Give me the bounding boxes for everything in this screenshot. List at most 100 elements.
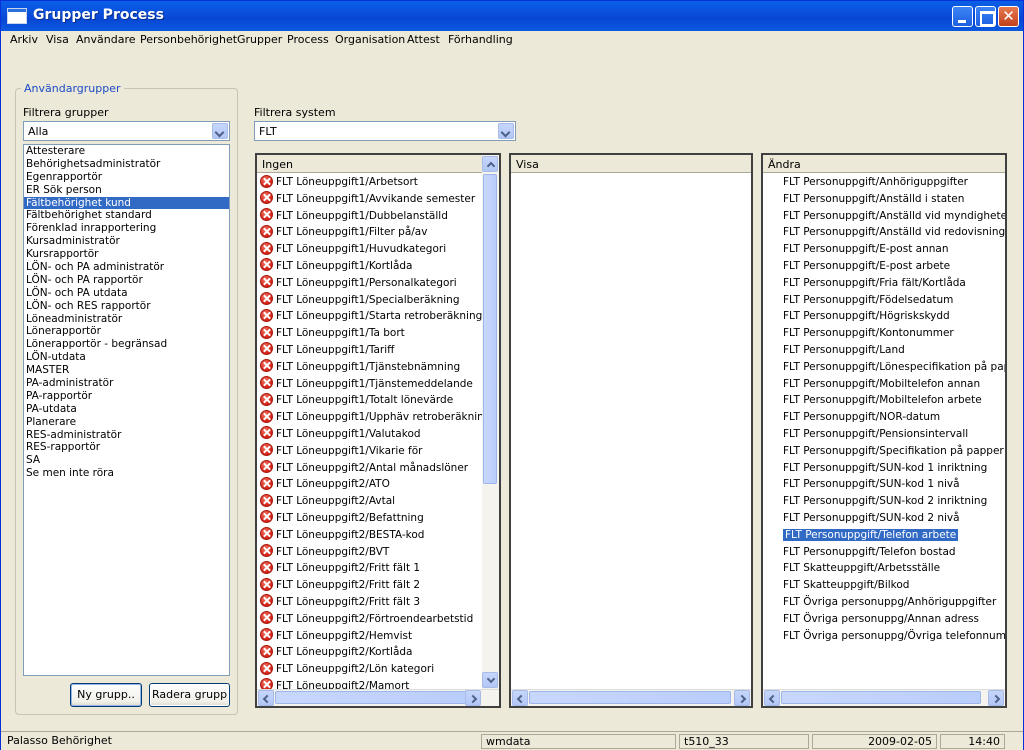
- group-list-item[interactable]: RES-rapportör: [24, 441, 229, 454]
- group-list-item[interactable]: LÖN-utdata: [24, 351, 229, 364]
- group-list-item[interactable]: PA-utdata: [24, 403, 229, 416]
- ingen-list-item[interactable]: FLT Löneuppgift1/Huvudkategori: [257, 241, 482, 258]
- menu-grupper[interactable]: Grupper: [237, 33, 282, 46]
- ingen-list[interactable]: FLT Löneuppgift1/Arbetsort FLT Löneuppgif…: [257, 174, 482, 689]
- ingen-list-item[interactable]: FLT Löneuppgift2/BESTA-kod: [257, 527, 482, 544]
- andra-list-item[interactable]: FLT Personuppgift/Födelsedatum: [763, 292, 1005, 309]
- andra-list-item[interactable]: FLT Personuppgift/Mobiltelefon annan: [763, 376, 1005, 393]
- new-group-button[interactable]: Ny grupp..: [70, 683, 142, 707]
- andra-list-item[interactable]: FLT Personuppgift/Högriskskydd: [763, 308, 1005, 325]
- ingen-list-item[interactable]: FLT Löneuppgift2/Avtal: [257, 493, 482, 510]
- andra-list-item[interactable]: FLT Personuppgift/Pensionsintervall: [763, 426, 1005, 443]
- ingen-list-item[interactable]: FLT Löneuppgift1/Filter på/av: [257, 224, 482, 241]
- andra-list-item[interactable]: FLT Personuppgift/Fria fält/Kortlåda: [763, 275, 1005, 292]
- ingen-list-item[interactable]: FLT Löneuppgift1/Dubbelanställd: [257, 208, 482, 225]
- maximize-button[interactable]: [975, 6, 996, 27]
- ingen-list-item[interactable]: FLT Löneuppgift2/Fritt fält 1: [257, 560, 482, 577]
- ingen-list-item[interactable]: FLT Löneuppgift2/Antal månadslöner: [257, 460, 482, 477]
- andra-list-item[interactable]: FLT Personuppgift/Anställd vid redovisni…: [763, 224, 1005, 241]
- andra-list-item[interactable]: FLT Personuppgift/Anställd i staten: [763, 191, 1005, 208]
- menu-organisation[interactable]: Organisation: [335, 33, 405, 46]
- visa-hscroll[interactable]: [511, 689, 751, 706]
- ingen-list-item[interactable]: FLT Löneuppgift2/Fritt fält 2: [257, 577, 482, 594]
- ingen-list-item[interactable]: FLT Löneuppgift1/Arbetsort: [257, 174, 482, 191]
- andra-list[interactable]: FLT Personuppgift/Anhöriguppgifter FLT Pe…: [763, 174, 1005, 689]
- group-list-item[interactable]: PA-rapportör: [24, 390, 229, 403]
- andra-list-item[interactable]: FLT Personuppgift/Specifikation på pappe…: [763, 443, 1005, 460]
- ingen-list-item[interactable]: FLT Löneuppgift2/Kortlåda: [257, 644, 482, 661]
- ingen-list-item[interactable]: FLT Löneuppgift1/Avvikande semester: [257, 191, 482, 208]
- ingen-list-item[interactable]: FLT Löneuppgift2/Befattning: [257, 510, 482, 527]
- ingen-header[interactable]: Ingen: [257, 155, 499, 173]
- andra-list-item[interactable]: FLT Personuppgift/Land: [763, 342, 1005, 359]
- group-list-item[interactable]: LÖN- och PA rapportör: [24, 274, 229, 287]
- menu-anvandare[interactable]: Användare: [76, 33, 136, 46]
- ingen-list-item[interactable]: FLT Löneuppgift2/ATO: [257, 476, 482, 493]
- ingen-list-item[interactable]: FLT Löneuppgift1/Tariff: [257, 342, 482, 359]
- ingen-list-item[interactable]: FLT Löneuppgift1/Upphäv retroberäkning: [257, 409, 482, 426]
- ingen-list-item[interactable]: FLT Löneuppgift2/Hemvist: [257, 628, 482, 645]
- group-list-item[interactable]: Se men inte röra: [24, 467, 229, 480]
- scroll-up-icon[interactable]: [482, 156, 498, 172]
- menu-visa[interactable]: Visa: [46, 33, 69, 46]
- title-bar[interactable]: Grupper Process ✕: [1, 1, 1023, 31]
- andra-header[interactable]: Ändra: [763, 155, 1005, 173]
- ingen-hscroll[interactable]: [257, 689, 499, 706]
- andra-list-item[interactable]: FLT Personuppgift/Mobiltelefon arbete: [763, 392, 1005, 409]
- group-list-item[interactable]: LÖN- och PA administratör: [24, 261, 229, 274]
- group-list-item[interactable]: SA: [24, 454, 229, 467]
- ingen-list-item[interactable]: FLT Löneuppgift2/Mamort: [257, 678, 482, 689]
- group-list-item[interactable]: Kursadministratör: [24, 235, 229, 248]
- andra-list-item[interactable]: FLT Övriga personuppg/Anhöriguppgifter: [763, 594, 1005, 611]
- ingen-list-item[interactable]: FLT Löneuppgift2/Lön kategori: [257, 661, 482, 678]
- scroll-thumb[interactable]: [781, 691, 981, 704]
- andra-list-item[interactable]: FLT Personuppgift/Kontonummer: [763, 325, 1005, 342]
- close-button[interactable]: ✕: [998, 6, 1019, 27]
- group-list-item[interactable]: LÖN- och RES rapportör: [24, 300, 229, 313]
- ingen-vscroll[interactable]: [482, 155, 499, 689]
- ingen-list-item[interactable]: FLT Löneuppgift1/Kortlåda: [257, 258, 482, 275]
- group-list-item[interactable]: RES-administratör: [24, 429, 229, 442]
- ingen-list-item[interactable]: FLT Löneuppgift1/Tjänstemeddelande: [257, 376, 482, 393]
- group-list-item[interactable]: Lönerapportör - begränsad: [24, 338, 229, 351]
- andra-list-item[interactable]: FLT Personuppgift/NOR-datum: [763, 409, 1005, 426]
- andra-list-item[interactable]: FLT Personuppgift/SUN-kod 2 nivå: [763, 510, 1005, 527]
- visa-list[interactable]: [511, 174, 751, 689]
- scroll-thumb[interactable]: [529, 691, 731, 704]
- menu-personbehorighet[interactable]: Personbehörighet: [140, 33, 237, 46]
- ingen-list-item[interactable]: FLT Löneuppgift2/Fritt fält 3: [257, 594, 482, 611]
- andra-list-item[interactable]: FLT Personuppgift/Telefon arbete: [763, 527, 1005, 544]
- andra-list-item[interactable]: FLT Personuppgift/SUN-kod 1 nivå: [763, 476, 1005, 493]
- group-list-item[interactable]: Lönerapportör: [24, 325, 229, 338]
- ingen-list-item[interactable]: FLT Löneuppgift1/Tjänstebnämning: [257, 359, 482, 376]
- menu-arkiv[interactable]: Arkiv: [10, 33, 38, 46]
- group-list-item[interactable]: LÖN- och PA utdata: [24, 287, 229, 300]
- scroll-left-icon[interactable]: [258, 690, 274, 706]
- group-list-item[interactable]: ER Sök person: [24, 184, 229, 197]
- menu-forhandling[interactable]: Förhandling: [448, 33, 513, 46]
- andra-list-item[interactable]: FLT Personuppgift/SUN-kod 2 inriktning: [763, 493, 1005, 510]
- andra-list-item[interactable]: FLT Personuppgift/SUN-kod 1 inriktning: [763, 460, 1005, 477]
- group-list-item[interactable]: Fältbehörighet standard: [24, 209, 229, 222]
- ingen-list-item[interactable]: FLT Löneuppgift1/Vikarie för: [257, 443, 482, 460]
- scroll-right-icon[interactable]: [465, 690, 481, 706]
- andra-list-item[interactable]: FLT Personuppgift/Lönespecifikation på p…: [763, 359, 1005, 376]
- filter-system-select[interactable]: FLT: [254, 121, 516, 141]
- andra-list-item[interactable]: FLT Personuppgift/E-post arbete: [763, 258, 1005, 275]
- group-list-item[interactable]: Behörighetsadministratör: [24, 158, 229, 171]
- scroll-left-icon[interactable]: [764, 690, 780, 706]
- group-list-item[interactable]: MASTER: [24, 364, 229, 377]
- group-list-item[interactable]: Planerare: [24, 416, 229, 429]
- group-list-item[interactable]: Attesterare: [24, 145, 229, 158]
- group-list-item[interactable]: Löneadministratör: [24, 313, 229, 326]
- andra-list-item[interactable]: FLT Skatteuppgift/Bilkod: [763, 577, 1005, 594]
- chevron-down-icon[interactable]: [498, 123, 514, 139]
- group-list-item[interactable]: Fältbehörighet kund: [24, 196, 229, 210]
- scroll-right-icon[interactable]: [988, 690, 1004, 706]
- minimize-button[interactable]: [952, 6, 973, 27]
- andra-list-item[interactable]: FLT Personuppgift/Telefon bostad: [763, 544, 1005, 561]
- visa-header[interactable]: Visa: [511, 155, 751, 173]
- ingen-list-item[interactable]: FLT Löneuppgift1/Totalt lönevärde: [257, 392, 482, 409]
- group-list[interactable]: Attesterare Behörighetsadministratör Egenr…: [23, 144, 230, 676]
- group-list-item[interactable]: Förenklad inrapportering: [24, 222, 229, 235]
